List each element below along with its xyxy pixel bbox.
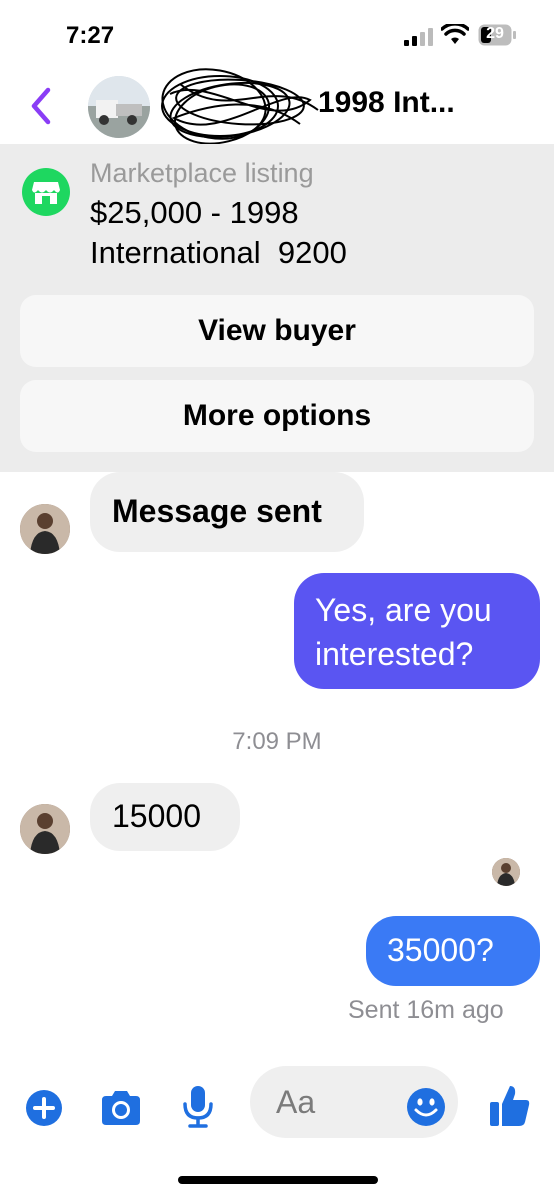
- outgoing-message-text: 35000?: [387, 932, 494, 968]
- redaction-scribble: [161, 68, 319, 145]
- outgoing-message-bubble[interactable]: Yes, are you interested?: [294, 573, 540, 689]
- listing-price-line2: International 9200: [90, 235, 347, 270]
- incoming-message-text: 15000: [112, 798, 201, 834]
- message-status: Sent 16m ago: [348, 996, 504, 1024]
- listing-price-line1: $25,000 - 1998: [90, 195, 299, 230]
- listing-avatar[interactable]: [88, 76, 150, 138]
- listing-price-title: $25,000 - 1998 International 9200: [90, 193, 530, 273]
- view-buyer-button[interactable]: View buyer: [20, 295, 534, 367]
- home-indicator[interactable]: [178, 1176, 378, 1184]
- conversation-title-text: 1998 Int...: [318, 86, 455, 119]
- back-chevron-icon[interactable]: [28, 86, 54, 126]
- battery-icon: 29: [478, 24, 516, 46]
- incoming-message-bubble[interactable]: 15000: [90, 783, 240, 851]
- plus-icon[interactable]: [24, 1088, 64, 1128]
- listing-label: Marketplace listing: [90, 158, 314, 188]
- camera-icon[interactable]: [98, 1088, 144, 1128]
- sender-avatar[interactable]: [20, 504, 70, 554]
- message-sent-text: Message sent: [112, 493, 322, 529]
- message-sent-bubble[interactable]: Message sent: [90, 472, 364, 552]
- message-input-placeholder: Aa: [276, 1084, 316, 1120]
- wifi-icon: [441, 24, 469, 44]
- thumbs-up-icon[interactable]: [488, 1082, 532, 1128]
- outgoing-message-text: Yes, are you interested?: [315, 588, 492, 676]
- battery-level: 29: [486, 25, 504, 42]
- message-timestamp: 7:09 PM: [232, 728, 322, 755]
- microphone-icon[interactable]: [180, 1084, 216, 1130]
- sender-avatar[interactable]: [20, 804, 70, 854]
- outgoing-message-line1: Yes, are you: [315, 592, 492, 628]
- outgoing-message-line2: interested?: [315, 636, 474, 672]
- cellular-signal-icon: [404, 28, 433, 46]
- status-time: 7:27: [66, 22, 115, 49]
- marketplace-store-icon: [22, 168, 70, 216]
- outgoing-message-bubble[interactable]: 35000?: [366, 916, 540, 986]
- emoji-icon[interactable]: [405, 1086, 447, 1128]
- read-receipt-avatar: [492, 858, 520, 886]
- more-options-button[interactable]: More options: [20, 380, 534, 452]
